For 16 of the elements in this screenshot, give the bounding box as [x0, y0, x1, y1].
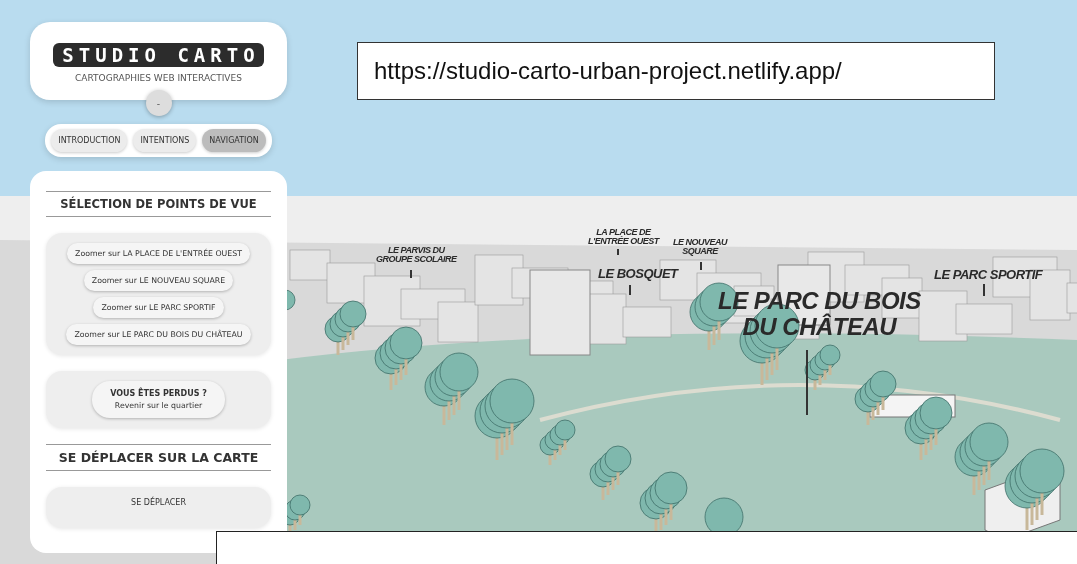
tab[interactable]: INTENTIONS	[133, 129, 197, 152]
tab[interactable]: INTRODUCTION	[51, 129, 128, 152]
subtitle: CARTOGRAPHIES WEB INTERACTIVES	[75, 73, 242, 83]
leader-line	[983, 284, 985, 296]
leader-line	[806, 350, 808, 415]
url-banner: https://studio-carto-urban-project.netlify.app/	[357, 42, 995, 100]
section-title: SE DÉPLACER SUR LA CARTE	[46, 444, 271, 471]
map-label: LE BOSQUET	[598, 267, 678, 280]
map-label: LA PLACE DE L'ENTRÉE OUEST	[588, 228, 659, 246]
section-title: SÉLECTION DE POINTS DE VUE	[46, 191, 271, 217]
logo: STUDIO CARTO	[53, 43, 264, 67]
map-label: LE PARC SPORTIF	[934, 268, 1043, 281]
map-label: LE NOUVEAU SQUARE	[673, 238, 727, 256]
move-button[interactable]: SE DÉPLACER	[125, 497, 192, 508]
map-label: LE PARVIS DU GROUPE SCOLAIRE	[376, 246, 457, 264]
tab[interactable]: NAVIGATION	[202, 129, 266, 152]
